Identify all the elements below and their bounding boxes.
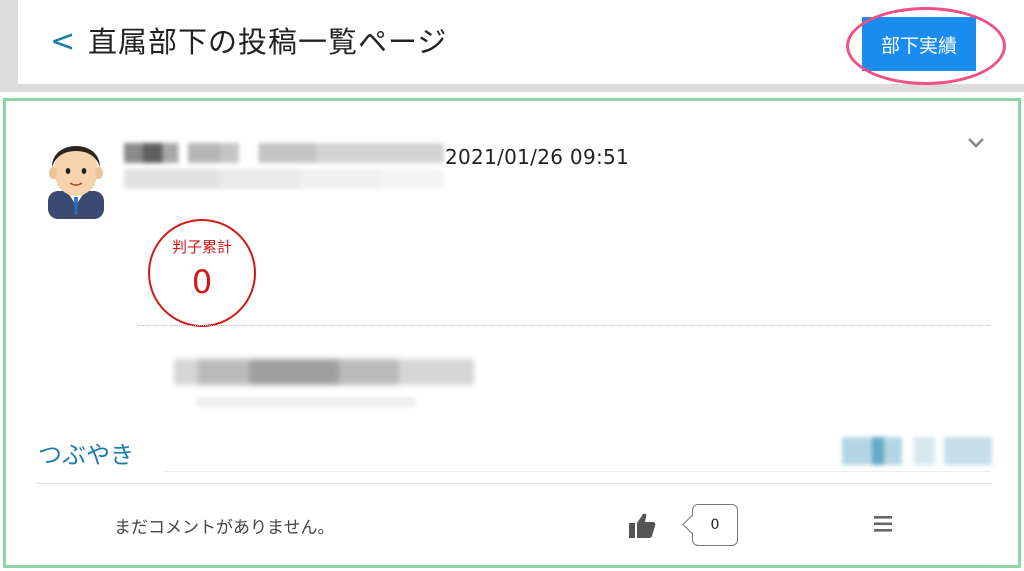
divider [164, 471, 990, 472]
subordinate-performance-button[interactable]: 部下実績 [862, 17, 976, 71]
divider [36, 483, 992, 484]
stamp-total-value: 0 [191, 263, 213, 301]
chevron-down-icon[interactable] [964, 131, 988, 155]
thumbs-up-icon[interactable] [627, 511, 657, 541]
divider [138, 325, 990, 326]
hamburger-menu-icon[interactable] [872, 513, 894, 535]
stamp-total-badge: 判子累計 0 [148, 219, 256, 327]
back-chevron-icon[interactable]: < [50, 22, 75, 62]
post-category-tag[interactable]: つぶやき [38, 435, 134, 470]
redacted-tags [842, 437, 992, 465]
post-date: 2021/01/26 09:51 [445, 145, 630, 169]
user-avatar[interactable] [42, 131, 110, 219]
page-title: 直属部下の投稿一覧ページ [88, 25, 448, 59]
redacted-post-body-line [196, 397, 416, 407]
comment-count-value: 0 [710, 517, 720, 533]
comment-count-button[interactable]: 0 [692, 504, 738, 546]
redacted-author-info [124, 143, 444, 203]
redacted-post-body [174, 359, 474, 385]
stamp-total-label: 判子累計 [171, 238, 232, 256]
post-card: 2021/01/26 09:51 判子累計 0 つぶやき まだコメントがありませ… [3, 98, 1021, 568]
no-comment-message: まだコメントがありません。 [114, 518, 335, 538]
